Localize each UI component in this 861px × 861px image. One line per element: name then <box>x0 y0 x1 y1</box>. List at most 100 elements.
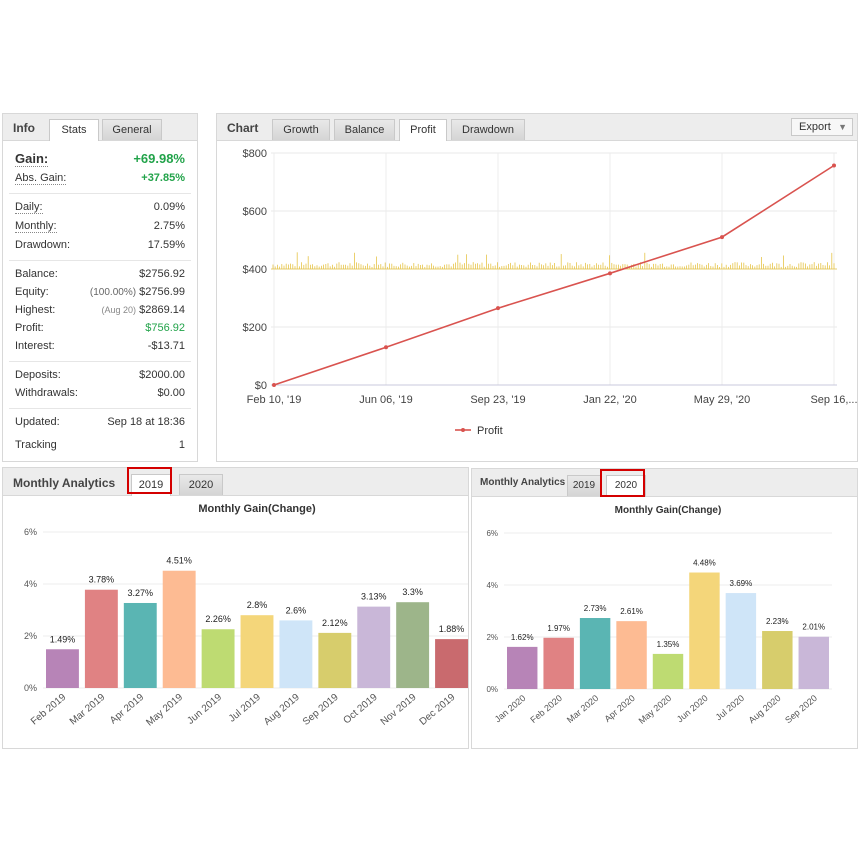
tracking-row: Tracking 1 <box>15 439 185 455</box>
bar[interactable] <box>162 570 196 688</box>
bar[interactable] <box>616 621 647 689</box>
tab-2020[interactable]: 2020 <box>179 474 223 495</box>
bar[interactable] <box>725 593 757 689</box>
bar-value-label: 2.23% <box>766 617 789 626</box>
bar[interactable] <box>543 637 574 689</box>
x-tick-label: Aug 2020 <box>747 693 783 725</box>
profit-point <box>608 271 612 276</box>
tab-2019[interactable]: 2019 <box>567 475 601 496</box>
withdrawals-value: $0.00 <box>157 387 185 399</box>
profit-point <box>720 235 724 240</box>
bar-value-label: 2.8% <box>247 600 268 610</box>
bar[interactable] <box>279 620 313 688</box>
x-tick-label: Oct 2019 <box>341 692 379 727</box>
tracking-value[interactable]: 1 <box>179 439 185 451</box>
interest-label: Interest: <box>15 340 55 352</box>
bar[interactable] <box>762 631 793 689</box>
chart-title: Chart <box>227 121 259 135</box>
daily-row: Daily: 0.09% <box>15 201 185 217</box>
x-tick-label: Jul 2019 <box>227 692 263 725</box>
bar[interactable] <box>689 572 720 689</box>
equity-percent: (100.00%) <box>89 287 137 298</box>
tab-drawdown[interactable]: Drawdown <box>451 119 525 140</box>
x-tick-label: Sep 23, '19 <box>470 394 525 406</box>
profit-point <box>272 383 276 387</box>
bar[interactable] <box>652 653 684 689</box>
x-tick-label: May 2020 <box>637 693 674 726</box>
tab-stats[interactable]: Stats <box>49 119 99 141</box>
divider <box>9 361 191 362</box>
drawdown-label: Drawdown: <box>15 239 71 251</box>
x-tick-label: Jan 2020 <box>493 693 528 724</box>
drawdown-row: Drawdown: 17.59% <box>15 239 185 255</box>
x-tick-label: Jun 06, '19 <box>359 394 412 406</box>
highest-value-group: (Aug 20) $2869.14 <box>102 304 185 316</box>
highlight-box-2020 <box>600 469 645 497</box>
bar-value-label: 2.01% <box>802 623 825 632</box>
bar[interactable] <box>123 602 157 688</box>
x-tick-label: Mar 2019 <box>68 692 108 728</box>
profit-point <box>832 163 836 168</box>
bar[interactable] <box>507 646 538 689</box>
deposits-label: Deposits: <box>15 369 61 381</box>
monthly-analytics-2019-panel: Monthly Analytics 2019 2020 Monthly Gain… <box>2 467 469 749</box>
monthly-2020-title: Monthly Analytics <box>480 477 566 488</box>
x-tick-label: Sep 2020 <box>783 693 819 725</box>
tab-growth[interactable]: Growth <box>272 119 330 140</box>
bar[interactable] <box>798 636 829 689</box>
bar[interactable] <box>435 639 468 688</box>
bar-value-label: 3.3% <box>402 587 423 597</box>
profit-series-line <box>273 164 835 386</box>
highest-value: $2869.14 <box>139 304 185 316</box>
tab-profit[interactable]: Profit <box>399 119 447 141</box>
interest-value: -$13.71 <box>147 340 185 352</box>
profit-label: Profit: <box>15 322 44 334</box>
chart-panel: Chart Growth Balance Profit Drawdown Exp… <box>216 113 858 462</box>
x-tick-label: Mar 2020 <box>565 693 601 725</box>
daily-value: 0.09% <box>153 201 185 213</box>
bar[interactable] <box>240 615 274 688</box>
y-tick-label: 2% <box>486 633 498 642</box>
export-label: Export <box>799 121 831 133</box>
gain-value: +69.98% <box>133 151 185 166</box>
bar[interactable] <box>201 629 235 688</box>
y-tick-label: $400 <box>243 264 267 276</box>
highlight-box-2019 <box>127 467 172 494</box>
bar[interactable] <box>357 606 391 688</box>
bar[interactable] <box>318 632 352 688</box>
abs-gain-value: +37.85% <box>141 172 185 184</box>
export-button[interactable]: Export ▼ <box>791 118 853 136</box>
y-tick-label: 4% <box>486 581 498 590</box>
profit-chart: $0 $200 $400 $600 $800 Feb 10, '19 Jun 06, '19… <box>243 148 857 437</box>
tracking-label: Tracking <box>15 439 57 451</box>
legend-label[interactable]: Profit <box>477 425 503 437</box>
y-tick-label: 0% <box>486 685 498 694</box>
y-tick-label: 6% <box>486 529 498 538</box>
bar-chart-title: Monthly Gain(Change) <box>615 505 722 516</box>
monthly-analytics-2020-panel: Monthly Analytics 2019 2020 Monthly Gain… <box>471 468 858 749</box>
x-tick-label: Sep 16,... <box>810 394 857 406</box>
bar-value-label: 4.51% <box>166 556 192 566</box>
monthly-label[interactable]: Monthly: <box>15 220 57 233</box>
profit-row: Profit: $756.92 <box>15 322 185 338</box>
tab-balance[interactable]: Balance <box>334 119 395 140</box>
info-panel: Info Stats General Gain: +69.98% Abs. Ga… <box>2 113 198 462</box>
x-tick-label: Feb 10, '19 <box>247 394 302 406</box>
balance-row: Balance: $2756.92 <box>15 268 185 284</box>
bar[interactable] <box>84 589 118 688</box>
monthly-2019-title: Monthly Analytics <box>13 476 116 490</box>
x-tick-label: May 2019 <box>144 692 185 729</box>
bar[interactable] <box>46 649 79 688</box>
bar[interactable] <box>579 618 611 689</box>
bar-chart-title: Monthly Gain(Change) <box>198 503 316 515</box>
daily-label[interactable]: Daily: <box>15 201 43 214</box>
gain-label[interactable]: Gain: <box>15 151 49 167</box>
abs-gain-label[interactable]: Abs. Gain: <box>15 172 67 185</box>
bar[interactable] <box>396 602 430 688</box>
bar-value-label: 1.88% <box>439 624 465 634</box>
divider <box>9 408 191 409</box>
y-tick-label: $200 <box>243 322 267 334</box>
tab-general[interactable]: General <box>102 119 162 140</box>
y-tick-label: $800 <box>243 148 267 160</box>
bar-value-label: 2.26% <box>205 614 231 624</box>
